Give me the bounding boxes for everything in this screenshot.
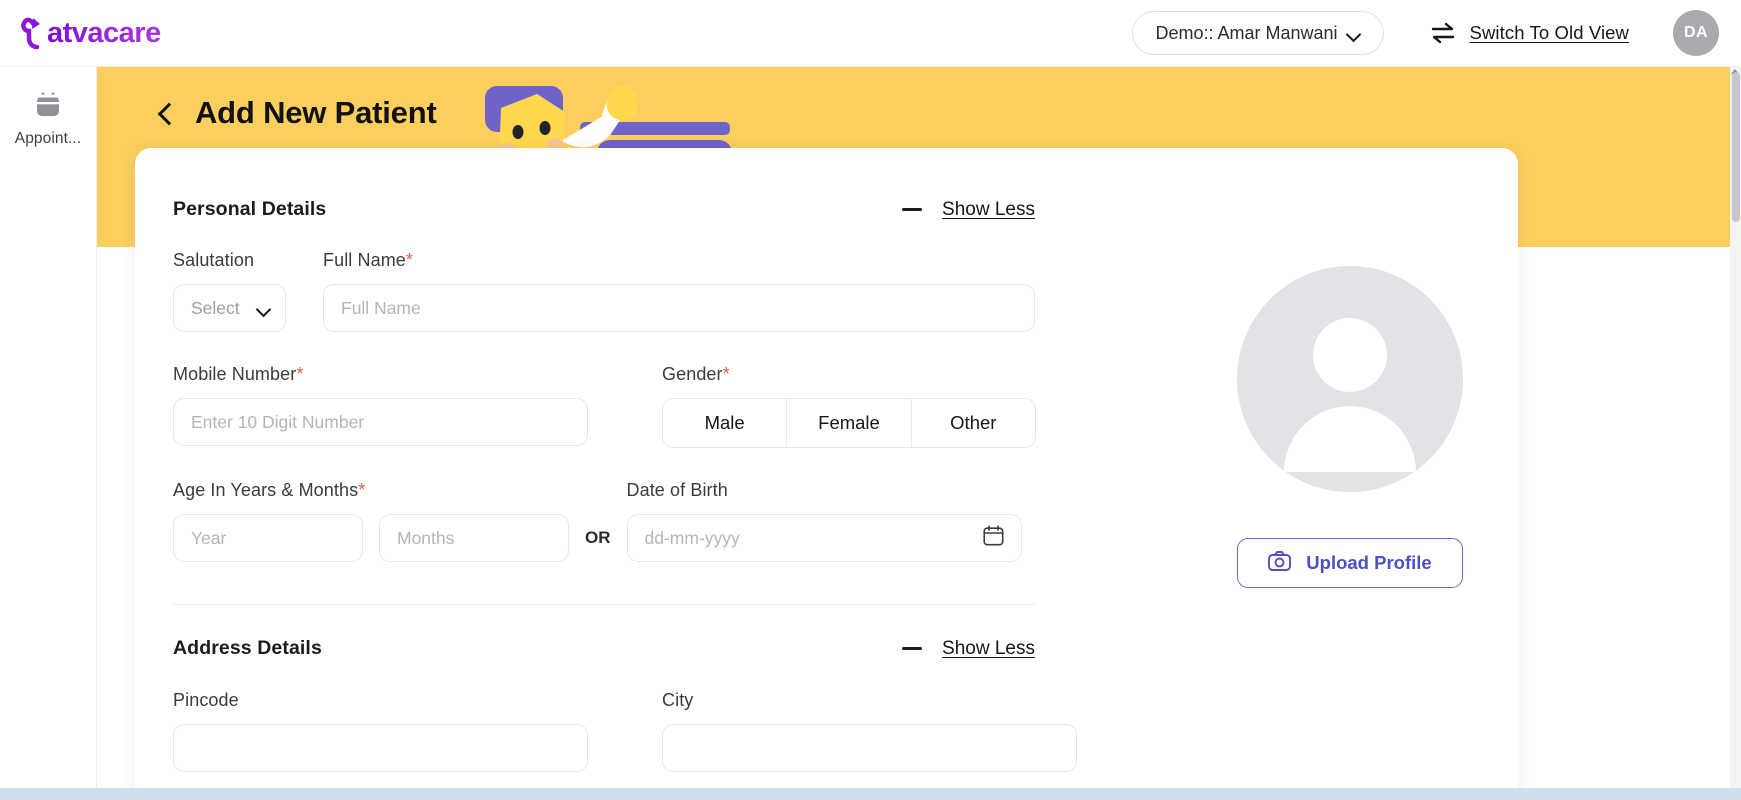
calendar-icon[interactable] bbox=[982, 525, 1004, 551]
sidebar: Appoint... bbox=[0, 67, 97, 800]
page-scrollbar[interactable] bbox=[1730, 67, 1741, 800]
gender-segmented-control: Male Female Other bbox=[662, 398, 1036, 448]
sidebar-item-label: Appoint... bbox=[14, 130, 82, 147]
salutation-field: Salutation Select bbox=[173, 250, 286, 332]
camera-icon bbox=[1268, 550, 1292, 576]
required-marker: * bbox=[358, 480, 366, 500]
required-marker: * bbox=[405, 250, 414, 270]
personal-details-section-header: Personal Details Show Less bbox=[173, 198, 1035, 221]
user-avatar[interactable]: DA bbox=[1673, 10, 1719, 56]
required-marker: * bbox=[296, 364, 304, 384]
dob-placeholder: dd-mm-yyyy bbox=[644, 527, 740, 548]
age-field: Age In Years & Months* Year Months OR bbox=[173, 480, 627, 562]
age-inputs: Year Months OR bbox=[173, 514, 627, 562]
mobile-placeholder: Enter 10 Digit Number bbox=[191, 411, 365, 432]
pincode-input[interactable] bbox=[173, 724, 588, 772]
address-details-section-header: Address Details Show Less bbox=[173, 637, 1035, 660]
gender-option-female[interactable]: Female bbox=[787, 399, 912, 447]
avatar-body-shape bbox=[1284, 406, 1416, 472]
sidebar-item-appointments[interactable]: Appoint... bbox=[0, 67, 96, 148]
fullname-label-text: Full Name bbox=[323, 250, 406, 270]
city-field: City bbox=[662, 690, 1077, 772]
avatar-initials: DA bbox=[1683, 24, 1709, 41]
mobile-field: Mobile Number* Enter 10 Digit Number bbox=[173, 364, 588, 448]
dob-input[interactable]: dd-mm-yyyy bbox=[626, 514, 1022, 562]
fullname-placeholder: Full Name bbox=[341, 297, 421, 318]
personal-details-toggle-label: Show Less bbox=[942, 198, 1035, 220]
banner-header: Add New Patient bbox=[97, 67, 1741, 131]
personal-details-title: Personal Details bbox=[173, 198, 327, 220]
city-input[interactable] bbox=[662, 724, 1077, 772]
fullname-input[interactable]: Full Name bbox=[323, 284, 1035, 332]
minus-icon bbox=[902, 208, 923, 211]
account-select[interactable]: Demo:: Amar Manwani bbox=[1132, 11, 1384, 55]
patient-form-card: Personal Details Show Less Salutation Se… bbox=[135, 148, 1518, 800]
salutation-label: Salutation bbox=[173, 250, 255, 270]
person-placeholder-icon bbox=[1237, 266, 1463, 492]
gender-option-male[interactable]: Male bbox=[663, 399, 788, 447]
pincode-label: Pincode bbox=[173, 690, 239, 710]
chevron-down-icon bbox=[1348, 29, 1361, 37]
avatar-head-shape bbox=[1313, 318, 1387, 392]
mobile-label-text: Mobile Number bbox=[173, 364, 297, 384]
age-months-input[interactable]: Months bbox=[379, 514, 569, 562]
form-row-address: Pincode City bbox=[173, 690, 1476, 772]
gender-label: Gender* bbox=[662, 364, 1036, 385]
pincode-field: Pincode bbox=[173, 690, 588, 772]
required-marker: * bbox=[722, 364, 730, 384]
dob-label: Date of Birth bbox=[626, 480, 728, 500]
page-title: Add New Patient bbox=[195, 95, 437, 130]
upload-profile-label: Upload Profile bbox=[1306, 552, 1432, 573]
top-bar: atvacare Demo:: Amar Manwani Switch To O… bbox=[0, 0, 1741, 67]
swap-arrows-icon bbox=[1430, 22, 1456, 44]
fullname-field: Full Name* Full Name bbox=[323, 250, 1035, 332]
chevron-left-icon[interactable] bbox=[157, 105, 173, 121]
address-details-toggle-label: Show Less bbox=[942, 637, 1035, 659]
brand-logo[interactable]: atvacare bbox=[20, 16, 161, 50]
calendar-icon bbox=[33, 91, 63, 121]
mobile-label: Mobile Number* bbox=[173, 364, 588, 385]
switch-to-old-view-button[interactable]: Switch To Old View bbox=[1430, 22, 1629, 44]
age-months-placeholder: Months bbox=[397, 527, 455, 548]
top-bar-right: Demo:: Amar Manwani Switch To Old View D… bbox=[1132, 10, 1719, 56]
dob-field: Date of Birth dd-mm-yyyy bbox=[626, 480, 1022, 562]
salutation-select[interactable]: Select bbox=[173, 284, 286, 332]
upload-profile-button[interactable]: Upload Profile bbox=[1237, 538, 1463, 588]
switch-to-old-view-label: Switch To Old View bbox=[1469, 22, 1629, 43]
address-details-title: Address Details bbox=[173, 637, 322, 659]
gender-field: Gender* Male Female Other bbox=[662, 364, 1036, 448]
gender-option-other[interactable]: Other bbox=[911, 399, 1035, 447]
section-divider bbox=[173, 604, 1035, 605]
chevron-down-icon bbox=[257, 304, 271, 313]
fullname-label: Full Name* bbox=[323, 250, 1035, 271]
app-root: atvacare Demo:: Amar Manwani Switch To O… bbox=[0, 0, 1741, 800]
address-details-toggle[interactable]: Show Less bbox=[902, 638, 1035, 660]
brand-name: atvacare bbox=[47, 16, 161, 49]
scrollbar-thumb[interactable] bbox=[1732, 72, 1740, 222]
salutation-value: Select bbox=[191, 297, 240, 318]
gender-label-text: Gender bbox=[662, 364, 723, 384]
leaf-bird-mark-icon bbox=[20, 16, 50, 50]
mobile-input[interactable]: Enter 10 Digit Number bbox=[173, 398, 588, 446]
city-label: City bbox=[662, 690, 694, 710]
age-year-input[interactable]: Year bbox=[173, 514, 363, 562]
minus-icon bbox=[902, 647, 923, 650]
personal-details-toggle[interactable]: Show Less bbox=[902, 199, 1035, 221]
age-year-placeholder: Year bbox=[191, 527, 227, 548]
account-select-value: Demo:: Amar Manwani bbox=[1155, 22, 1338, 43]
bottom-strip bbox=[0, 788, 1741, 800]
or-separator: OR bbox=[585, 528, 611, 547]
age-label: Age In Years & Months* bbox=[173, 480, 627, 501]
profile-photo-column: Upload Profile bbox=[1234, 266, 1466, 588]
age-label-text: Age In Years & Months bbox=[173, 480, 359, 500]
